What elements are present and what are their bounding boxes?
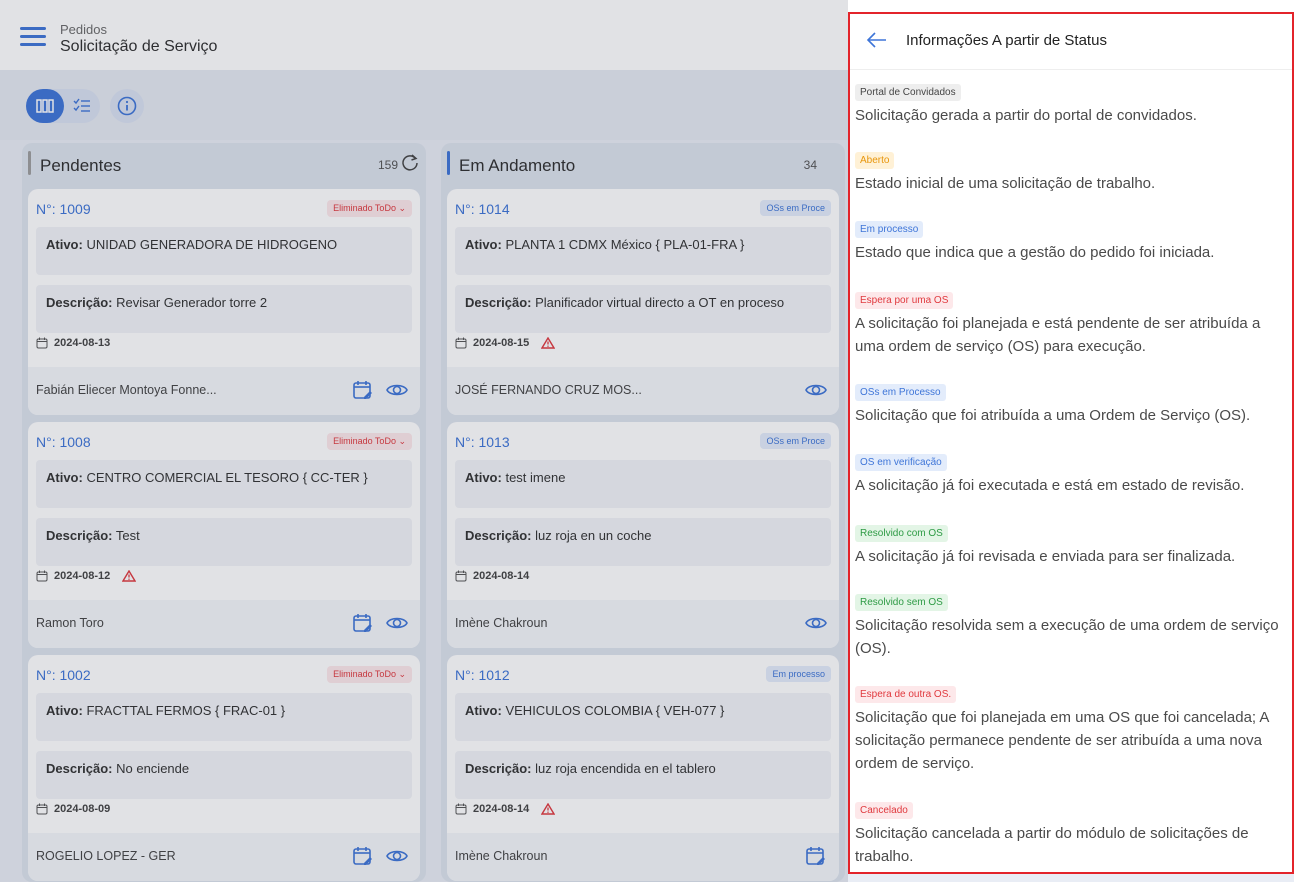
status-entry: Aberto Estado inicial de uma solicitação… (855, 150, 1287, 195)
status-badge: Espera por uma OS (855, 292, 954, 309)
status-entry: Resolvido sem OS Solicitação resolvida s… (855, 592, 1287, 660)
status-entry: Resolvido com OS A solicitação já foi re… (855, 523, 1287, 568)
status-info-panel: Informações A partir de Status Portal de… (848, 12, 1294, 874)
status-badge: Em processo (855, 221, 924, 238)
modal-backdrop[interactable] (0, 0, 848, 882)
status-badge: OS em verificação (855, 454, 947, 471)
status-description: A solicitação já foi revisada e enviada … (855, 548, 1236, 565)
status-description: Estado que indica que a gestão do pedido… (855, 244, 1215, 261)
status-badge: Resolvido sem OS (855, 594, 948, 611)
status-badge: Portal de Convidados (855, 84, 961, 101)
status-entry: Cancelado Solicitação cancelada a partir… (855, 800, 1287, 868)
status-description: Solicitação que foi planejada em uma OS … (855, 709, 1269, 772)
status-description: Solicitação gerada a partir do portal de… (855, 107, 1197, 124)
status-badge: Resolvido com OS (855, 525, 948, 542)
panel-header: Informações A partir de Status (850, 14, 1292, 70)
status-description: A solicitação já foi executada e está em… (855, 477, 1245, 494)
status-description: Estado inicial de uma solicitação de tra… (855, 175, 1156, 192)
status-entry: Portal de Convidados Solicitação gerada … (855, 82, 1287, 127)
status-entry: Espera de outra OS. Solicitação que foi … (855, 684, 1287, 775)
status-description: Solicitação resolvida sem a execução de … (855, 617, 1279, 657)
status-badge: Espera de outra OS. (855, 686, 957, 703)
status-description: Solicitação que foi atribuída a uma Orde… (855, 407, 1251, 424)
panel-title: Informações A partir de Status (906, 32, 1107, 49)
status-description: A solicitação foi planejada e está pende… (855, 315, 1261, 355)
status-badge: OSs em Processo (855, 384, 946, 401)
back-arrow-icon[interactable] (866, 30, 888, 50)
status-entry: OS em verificação A solicitação já foi e… (855, 452, 1287, 497)
status-description: Solicitação cancelada a partir do módulo… (855, 825, 1249, 865)
status-badge: Cancelado (855, 802, 913, 819)
status-entry: OSs em Processo Solicitação que foi atri… (855, 382, 1287, 427)
status-entry: Espera por uma OS A solicitação foi plan… (855, 290, 1287, 358)
status-entry: Em processo Estado que indica que a gest… (855, 219, 1287, 264)
status-badge: Aberto (855, 152, 895, 169)
